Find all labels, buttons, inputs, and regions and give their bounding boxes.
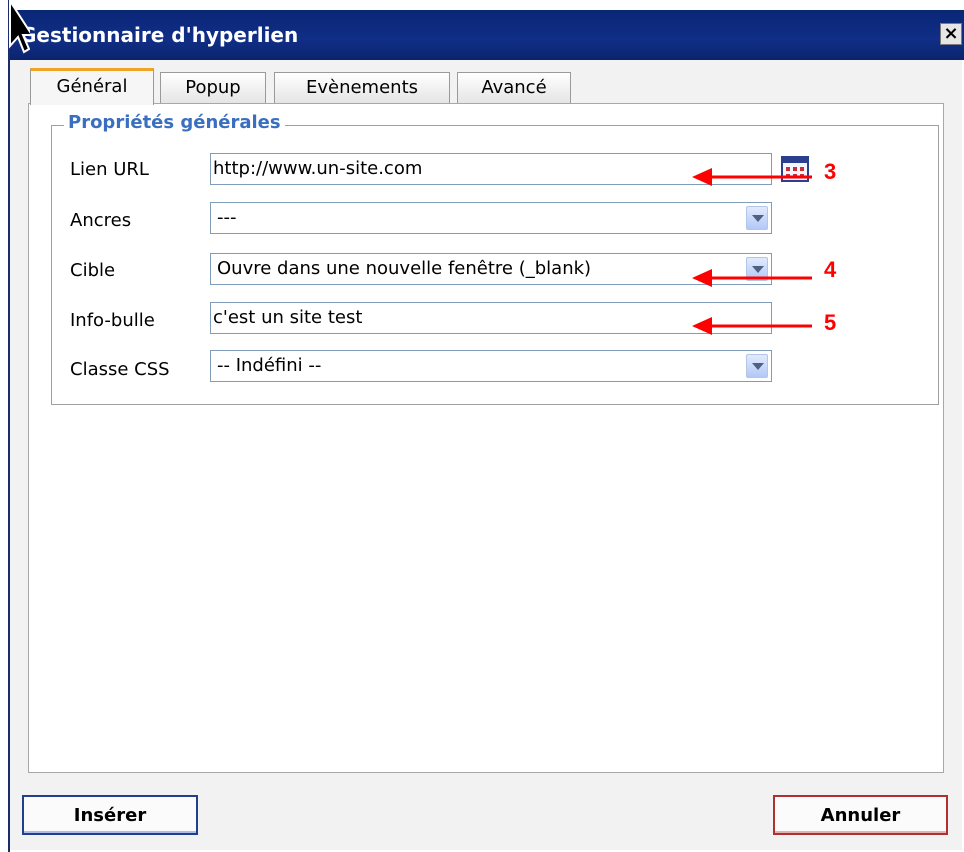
css-class-select[interactable]: -- Indéfini -- [210,350,772,382]
mouse-cursor-icon [9,0,30,54]
close-icon: × [943,23,959,44]
tooltip-value: c'est un site test [213,307,363,328]
browse-icon[interactable] [780,154,810,184]
tab-events[interactable]: Evènements [274,72,450,104]
tab-popup[interactable]: Popup [160,72,266,104]
anchors-label: Ancres [70,210,132,231]
insert-button[interactable]: Insérer [22,795,198,835]
tab-general[interactable]: Général [30,68,154,105]
target-label: Cible [70,260,116,281]
button-bar: Insérer Annuler [10,773,962,850]
title-bar[interactable]: Gestionnaire d'hyperlien × [10,10,964,60]
target-select[interactable]: Ouvre dans une nouvelle fenêtre (_blank) [210,253,772,285]
hyperlink-dialog: Général Popup Evènements Avancé Propriét… [10,60,962,850]
css-class-value: -- Indéfini -- [217,355,322,376]
general-properties-fieldset: Propriétés générales Lien URL http://www… [51,112,939,405]
url-label: Lien URL [70,159,149,180]
url-value: http://www.un-site.com [213,158,423,179]
tooltip-input[interactable]: c'est un site test [210,302,772,334]
annotation-label-3: 3 [824,159,837,184]
target-value: Ouvre dans une nouvelle fenêtre (_blank) [217,258,592,279]
cancel-button[interactable]: Annuler [773,795,948,835]
css-class-label: Classe CSS [70,359,170,380]
close-button[interactable]: × [940,23,962,45]
chevron-down-icon[interactable] [746,354,768,378]
annotation-label-5: 5 [824,310,837,335]
tab-label: Popup [185,77,241,98]
window-title: Gestionnaire d'hyperlien [20,23,299,47]
url-input[interactable]: http://www.un-site.com [210,153,772,185]
tab-label: Général [56,76,128,97]
fieldset-legend: Propriétés générales [64,112,285,133]
chevron-down-icon[interactable] [746,206,768,230]
anchors-select[interactable]: --- [210,202,772,234]
tooltip-label: Info-bulle [70,310,155,331]
annotation-label-4: 4 [824,257,837,282]
tab-advanced[interactable]: Avancé [457,72,571,104]
tab-label: Evènements [305,77,419,98]
tab-panel-general: Propriétés générales Lien URL http://www… [28,103,944,773]
anchors-value: --- [217,207,237,228]
tab-label: Avancé [481,77,547,98]
chevron-down-icon[interactable] [746,257,768,281]
